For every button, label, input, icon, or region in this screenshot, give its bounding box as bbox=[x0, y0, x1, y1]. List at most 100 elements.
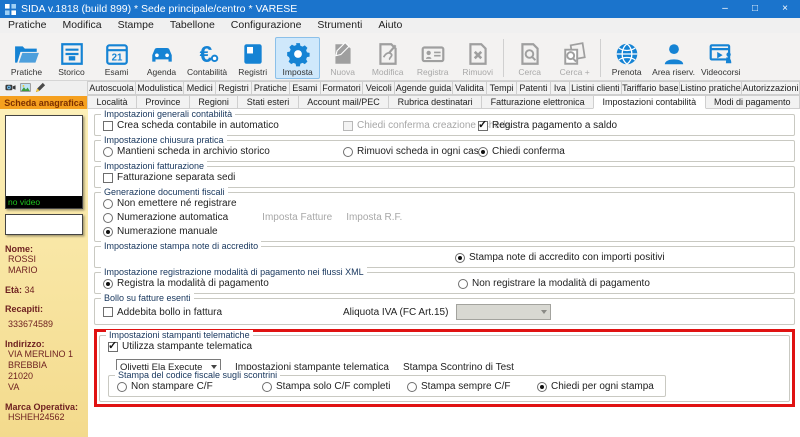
tab-autoscuola[interactable]: Autoscuola bbox=[87, 81, 136, 95]
chevron-down-icon bbox=[541, 310, 547, 314]
menu-bar: PraticheModificaStampeTabelloneConfigura… bbox=[0, 18, 800, 33]
eta-label: Età: bbox=[5, 285, 22, 295]
tab-fatturazione-elettronica[interactable]: Fatturazione elettronica bbox=[481, 95, 594, 109]
radio-label: Chiedi conferma bbox=[492, 146, 565, 157]
toolbar-button-pratiche[interactable]: Pratiche bbox=[4, 37, 49, 79]
radio-label: Rimuovi scheda in ogni caso bbox=[357, 146, 484, 157]
radio-chiedi-conferma[interactable]: Chiedi conferma bbox=[478, 146, 565, 157]
checkbox-registra-pagamento-saldo[interactable]: Registra pagamento a saldo bbox=[478, 120, 617, 131]
toolbar-separator bbox=[503, 39, 504, 77]
radio-stampa-sempre-cf[interactable]: Stampa sempre C/F bbox=[407, 381, 537, 392]
tab-pratiche[interactable]: Pratiche bbox=[251, 81, 290, 95]
radio-mantieni-scheda[interactable]: Mantieni scheda in archivio storico bbox=[103, 146, 343, 157]
toolbar-button-imposta[interactable]: Imposta bbox=[275, 37, 320, 79]
group-documenti-fiscali: Generazione documenti fiscali Non emette… bbox=[94, 192, 795, 242]
tab-autorizzazioni[interactable]: Autorizzazioni bbox=[741, 81, 800, 95]
tab-veicoli[interactable]: Veicoli bbox=[362, 81, 395, 95]
nome-label: Nome: bbox=[5, 244, 83, 254]
menu-item-stampe[interactable]: Stampe bbox=[110, 18, 162, 33]
toolbar-button-esami[interactable]: 21Esami bbox=[94, 37, 139, 79]
radio-non-emettere[interactable]: Non emettere né registrare bbox=[103, 198, 237, 209]
tab-validita[interactable]: Validita bbox=[452, 81, 487, 95]
checkbox-box bbox=[478, 121, 488, 131]
toolbar-button-videocorsi[interactable]: Videocorsi bbox=[698, 37, 744, 79]
menu-item-modifica[interactable]: Modifica bbox=[55, 18, 110, 33]
radio-circle bbox=[478, 147, 488, 157]
tab-modi-di-pagamento[interactable]: Modi di pagamento bbox=[705, 95, 800, 109]
radio-label: Stampa sempre C/F bbox=[421, 381, 510, 392]
sidebar-header[interactable]: Scheda anagrafica bbox=[0, 96, 88, 109]
toolbar-button-label: Nuova bbox=[330, 67, 355, 77]
checkbox-utilizza-stampante[interactable]: Utilizza stampante telematica bbox=[108, 341, 252, 352]
tab-regioni[interactable]: Regioni bbox=[189, 95, 238, 109]
title-bar: SIDA v.1818 (build 899) * Sede principal… bbox=[0, 0, 800, 18]
radio-chiedi-ogni-stampa[interactable]: Chiedi per ogni stampa bbox=[537, 381, 654, 392]
minimize-button[interactable]: – bbox=[710, 0, 740, 18]
tab-formatori[interactable]: Formatori bbox=[320, 81, 364, 95]
tab-agende-guida[interactable]: Agende guida bbox=[394, 81, 453, 95]
chevron-down-icon bbox=[211, 365, 217, 369]
archive-icon bbox=[59, 40, 85, 67]
radio-non-registrare-modalita[interactable]: Non registrare la modalità di pagamento bbox=[458, 278, 650, 289]
toolbar-button-prenota[interactable]: Prenota bbox=[604, 37, 649, 79]
toolbar-button-storico[interactable]: Storico bbox=[49, 37, 94, 79]
menu-item-configurazione[interactable]: Configurazione bbox=[223, 18, 310, 33]
toolbar-button-label: Pratiche bbox=[11, 67, 42, 77]
radio-label: Mantieni scheda in archivio storico bbox=[117, 146, 270, 157]
toolbar-button-agenda[interactable]: Agenda bbox=[139, 37, 184, 79]
radio-label: Non stampare C/F bbox=[131, 381, 213, 392]
checkbox-addebita-bollo[interactable]: Addebita bollo in fattura bbox=[103, 307, 343, 318]
tab-province[interactable]: Province bbox=[136, 95, 190, 109]
tab-stati-esteri[interactable]: Stati esteri bbox=[237, 95, 298, 109]
checkbox-fatturazione-separata[interactable]: Fatturazione separata sedi bbox=[103, 172, 235, 183]
toolbar-button-label: Rimuovi bbox=[462, 67, 493, 77]
link-stampa-scontrino-test[interactable]: Stampa Scontrino di Test bbox=[403, 362, 514, 373]
close-button[interactable]: × bbox=[770, 0, 800, 18]
tab-medici[interactable]: Medici bbox=[183, 81, 216, 95]
group-fatturazione: Impostazioni fatturazione Fatturazione s… bbox=[94, 166, 795, 188]
group-stampanti-telematiche: Impostazioni stampanti telematiche Utili… bbox=[99, 335, 790, 402]
menu-item-tabellone[interactable]: Tabellone bbox=[162, 18, 223, 33]
group-bollo-fatture: Bollo su fatture esenti Addebita bollo i… bbox=[94, 298, 795, 325]
tab-registri[interactable]: Registri bbox=[215, 81, 252, 95]
menu-item-strumenti[interactable]: Strumenti bbox=[309, 18, 370, 33]
indirizzo-label: Indirizzo: bbox=[5, 339, 83, 349]
sidebar-top: Scheda anagrafica bbox=[0, 81, 88, 109]
radio-circle bbox=[103, 199, 113, 209]
toolbar-button-registri[interactable]: Registri bbox=[230, 37, 275, 79]
tab-listino-pratiche[interactable]: Listino pratiche bbox=[679, 81, 742, 95]
checkbox-label: Utilizza stampante telematica bbox=[122, 341, 252, 352]
toolbar-button-label: Registri bbox=[238, 67, 267, 77]
radio-note-importi-positivi[interactable]: Stampa note di accredito con importi pos… bbox=[455, 252, 665, 263]
tab-account-mail-pec[interactable]: Account mail/PEC bbox=[298, 95, 389, 109]
user-icon bbox=[661, 40, 687, 67]
tab-tariffario-base[interactable]: Tariffario base bbox=[621, 81, 680, 95]
maximize-button[interactable]: □ bbox=[740, 0, 770, 18]
radio-circle bbox=[407, 382, 417, 392]
radio-registra-modalita[interactable]: Registra la modalità di pagamento bbox=[103, 278, 458, 289]
tab-impostazioni-contabilit[interactable]: Impostazioni contabilità bbox=[593, 95, 705, 109]
tab-modulistica[interactable]: Modulistica bbox=[135, 81, 184, 95]
radio-rimuovi-scheda[interactable]: Rimuovi scheda in ogni caso bbox=[343, 146, 478, 157]
checkbox-crea-scheda-contabile[interactable]: Crea scheda contabile in automatico bbox=[103, 120, 343, 131]
menu-item-pratiche[interactable]: Pratiche bbox=[0, 18, 55, 33]
tab-listini-clienti[interactable]: Listini clienti bbox=[569, 81, 621, 95]
toolbar-button-label: Contabilità bbox=[187, 67, 227, 77]
tab-rubrica-destinatari[interactable]: Rubrica destinatari bbox=[388, 95, 482, 109]
radio-numerazione-automatica[interactable]: Numerazione automatica bbox=[103, 212, 228, 223]
radio-non-stampare-cf[interactable]: Non stampare C/F bbox=[117, 381, 262, 392]
tab-iva[interactable]: Iva bbox=[550, 81, 571, 95]
toolbar-button-nuova: Nuova bbox=[320, 37, 365, 79]
toolbar-button-area-riserv[interactable]: Area riserv. bbox=[649, 37, 698, 79]
tab-esami[interactable]: Esami bbox=[289, 81, 321, 95]
toolbar-button-contabilit[interactable]: €Contabilità bbox=[184, 37, 230, 79]
toolbar-button-label: Imposta bbox=[283, 67, 313, 77]
tab-tempi[interactable]: Tempi bbox=[486, 81, 517, 95]
radio-numerazione-manuale[interactable]: Numerazione manuale bbox=[103, 226, 218, 237]
menu-item-aiuto[interactable]: Aiuto bbox=[370, 18, 410, 33]
eta-value: 34 bbox=[25, 285, 35, 295]
radio-stampa-cf-completi[interactable]: Stampa solo C/F completi bbox=[262, 381, 407, 392]
group-note-accredito: Impostazione stampa note di accredito St… bbox=[94, 246, 795, 268]
tab-patenti[interactable]: Patenti bbox=[516, 81, 551, 95]
tab-localit[interactable]: Località bbox=[87, 95, 137, 109]
